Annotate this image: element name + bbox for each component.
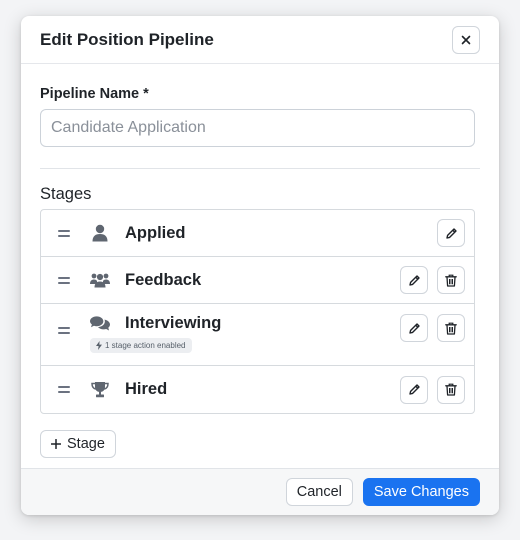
- edit-stage-button[interactable]: [400, 266, 428, 294]
- stage-row-applied: Applied: [41, 210, 474, 257]
- stages-label: Stages: [40, 185, 92, 203]
- close-icon: [461, 35, 471, 44]
- add-stage-label: Stage: [67, 436, 105, 452]
- users-icon: [90, 270, 110, 290]
- stage-name: Hired: [125, 380, 168, 398]
- delete-stage-button[interactable]: [437, 375, 465, 404]
- stage-action-badge: 1 stage action enabled: [90, 338, 192, 353]
- trash-icon: [445, 274, 457, 287]
- stage-row-interviewing: Interviewing 1 stage action enabled: [41, 304, 474, 366]
- modal-body: Pipeline Name * Stages Applied: [21, 64, 499, 458]
- add-stage-button[interactable]: Stage: [40, 430, 116, 458]
- pencil-icon: [408, 384, 420, 395]
- close-button[interactable]: [452, 25, 480, 54]
- drag-handle-icon[interactable]: [58, 276, 70, 284]
- modal-footer: Cancel Save Changes: [21, 468, 499, 515]
- pipeline-name-input[interactable]: [40, 109, 475, 147]
- divider: [40, 168, 480, 169]
- pencil-icon: [408, 274, 420, 286]
- cancel-button[interactable]: Cancel: [285, 478, 353, 506]
- stage-name: Feedback: [125, 270, 202, 289]
- stage-row-hired: Hired: [41, 366, 474, 413]
- delete-stage-button[interactable]: [437, 266, 465, 294]
- stage-name: Interviewing: [125, 314, 222, 332]
- stage-name: Applied: [125, 223, 186, 242]
- modal-header: Edit Position Pipeline: [21, 16, 499, 64]
- edit-stage-button[interactable]: [400, 314, 428, 342]
- stages-list: Applied Feedback Interviewing 1 stage ac…: [40, 209, 475, 414]
- pencil-icon: [445, 227, 457, 239]
- edit-stage-button[interactable]: [437, 219, 465, 247]
- plus-icon: [51, 439, 61, 449]
- drag-handle-icon[interactable]: [58, 229, 70, 237]
- save-changes-button[interactable]: Save Changes: [362, 478, 480, 506]
- stage-action-badge-text: 1 stage action enabled: [105, 341, 186, 350]
- comments-icon: [90, 313, 110, 333]
- edit-pipeline-modal: Edit Position Pipeline Pipeline Name * S…: [21, 16, 499, 515]
- pipeline-name-label: Pipeline Name *: [40, 86, 149, 102]
- edit-stage-button[interactable]: [400, 375, 428, 404]
- bolt-icon: [96, 341, 102, 350]
- delete-stage-button[interactable]: [437, 314, 465, 342]
- drag-handle-icon[interactable]: [58, 386, 70, 393]
- trash-icon: [445, 322, 457, 335]
- modal-title: Edit Position Pipeline: [40, 29, 214, 49]
- user-icon: [90, 223, 110, 243]
- drag-handle-icon[interactable]: [58, 327, 70, 334]
- trophy-icon: [90, 380, 110, 400]
- trash-icon: [445, 383, 457, 396]
- stage-row-feedback: Feedback: [41, 257, 474, 304]
- pencil-icon: [408, 322, 420, 334]
